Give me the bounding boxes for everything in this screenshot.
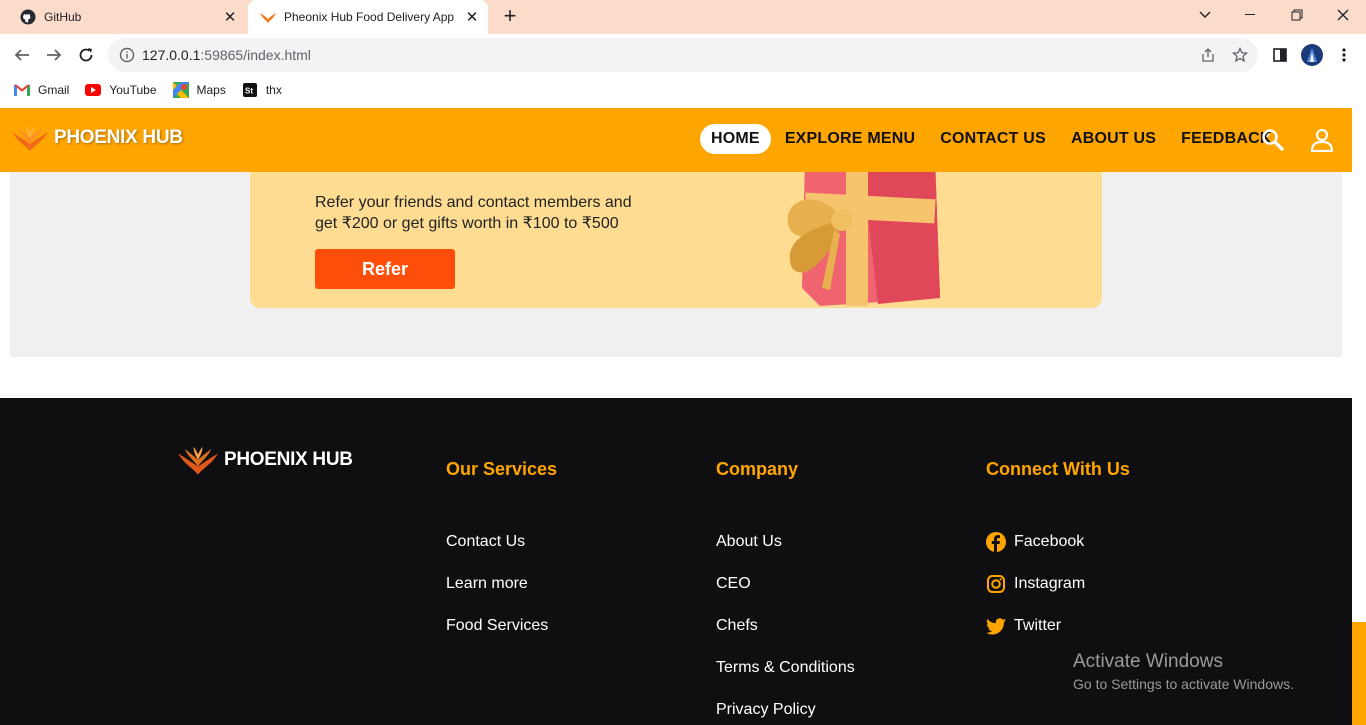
github-icon bbox=[20, 9, 36, 25]
footer-link-food-services[interactable]: Food Services bbox=[446, 605, 557, 647]
social-label: Facebook bbox=[1014, 533, 1085, 550]
site-info-icon[interactable] bbox=[118, 46, 136, 64]
url-host: 127.0.0.1 bbox=[142, 47, 201, 63]
refer-description: Refer your friends and contact members a… bbox=[315, 192, 655, 234]
share-icon[interactable] bbox=[1199, 46, 1217, 64]
url-text: 127.0.0.1:59865/index.html bbox=[142, 47, 311, 63]
back-arrow-icon[interactable] bbox=[10, 43, 34, 67]
tab-label: GitHub bbox=[44, 10, 82, 24]
twitter-icon bbox=[986, 616, 1006, 636]
main-nav: HOME EXPLORE MENU CONTACT US ABOUT US FE… bbox=[700, 124, 1286, 154]
phoenix-logo-icon bbox=[178, 446, 218, 475]
close-window-icon[interactable] bbox=[1320, 0, 1366, 30]
phoenix-logo-icon bbox=[12, 126, 48, 151]
footer-col-title: Our Services bbox=[446, 459, 558, 479]
nav-home[interactable]: HOME bbox=[700, 124, 771, 154]
bookmark-label: Maps bbox=[196, 83, 226, 97]
minimize-icon[interactable] bbox=[1228, 0, 1274, 30]
url-path: :59865/index.html bbox=[200, 47, 311, 63]
bookmark-thx[interactable]: St thx bbox=[242, 82, 282, 98]
bookmarks-bar: Gmail YouTube Maps St thx bbox=[0, 76, 1366, 104]
footer-col-connect: Connect With Us Facebook Instagram Twitt… bbox=[986, 459, 1130, 647]
new-tab-button[interactable]: + bbox=[498, 5, 522, 29]
refer-line-2: get ₹200 or get gifts worth in ₹100 to ₹… bbox=[315, 215, 619, 232]
footer-link-about-us[interactable]: About Us bbox=[716, 521, 855, 563]
footer-link-facebook[interactable]: Facebook bbox=[986, 521, 1130, 563]
search-icon[interactable] bbox=[1261, 128, 1285, 152]
side-panel-icon[interactable] bbox=[1268, 43, 1292, 67]
bookmark-label: thx bbox=[265, 83, 282, 97]
tab-label: Pheonix Hub Food Delivery App bbox=[284, 10, 455, 24]
phoenix-icon bbox=[260, 9, 276, 25]
maps-icon bbox=[172, 82, 189, 98]
footer-col-company: Company About Us CEO Chefs Terms & Condi… bbox=[716, 459, 855, 725]
gmail-icon bbox=[14, 82, 30, 98]
user-icon[interactable] bbox=[1310, 128, 1334, 152]
chevron-down-icon[interactable] bbox=[1182, 0, 1228, 30]
watermark-subtitle: Go to Settings to activate Windows. bbox=[1073, 676, 1294, 692]
svg-text:St: St bbox=[245, 87, 253, 96]
footer-link-twitter[interactable]: Twitter bbox=[986, 605, 1130, 647]
bookmark-maps[interactable]: Maps bbox=[172, 82, 226, 98]
nav-contact-us[interactable]: CONTACT US bbox=[929, 124, 1057, 154]
refer-line-1: Refer your friends and contact members a… bbox=[315, 194, 632, 211]
reload-icon[interactable] bbox=[74, 43, 98, 67]
footer-col-title: Connect With Us bbox=[986, 459, 1130, 479]
gift-box-image bbox=[710, 148, 940, 306]
watermark-title: Activate Windows bbox=[1073, 651, 1223, 672]
nav-about-us[interactable]: ABOUT US bbox=[1060, 124, 1167, 154]
profile-avatar[interactable] bbox=[1300, 43, 1324, 67]
browser-tab-bar: GitHub ✕ Pheonix Hub Food Delivery App ✕… bbox=[0, 0, 1366, 34]
address-bar[interactable]: 127.0.0.1:59865/index.html bbox=[108, 38, 1258, 72]
st-icon: St bbox=[242, 82, 258, 98]
browser-toolbar: 127.0.0.1:59865/index.html bbox=[0, 34, 1366, 76]
footer-brand-logo[interactable]: PHOENIX HUB bbox=[178, 444, 353, 476]
forward-arrow-icon[interactable] bbox=[42, 43, 66, 67]
page-viewport: PHOENIX HUB HOME EXPLORE MENU CONTACT US… bbox=[0, 108, 1366, 725]
youtube-icon bbox=[85, 82, 102, 98]
brand-name: PHOENIX HUB bbox=[54, 127, 183, 148]
bookmark-label: Gmail bbox=[38, 83, 70, 97]
tab-github[interactable]: GitHub ✕ bbox=[8, 0, 246, 34]
facebook-icon bbox=[986, 532, 1006, 552]
instagram-icon bbox=[986, 574, 1006, 594]
site-header: PHOENIX HUB HOME EXPLORE MENU CONTACT US… bbox=[0, 108, 1352, 172]
footer-col-title: Company bbox=[716, 459, 799, 479]
scrollbar-thumb[interactable] bbox=[1352, 622, 1366, 725]
footer-link-chefs[interactable]: Chefs bbox=[716, 605, 855, 647]
refer-button[interactable]: Refer bbox=[315, 249, 455, 289]
nav-explore-menu[interactable]: EXPLORE MENU bbox=[774, 124, 926, 154]
footer-link-terms[interactable]: Terms & Conditions bbox=[716, 647, 855, 689]
tab-phoenix-hub[interactable]: Pheonix Hub Food Delivery App ✕ bbox=[248, 0, 488, 34]
footer-brand-name: PHOENIX HUB bbox=[224, 449, 353, 470]
bookmark-star-icon[interactable] bbox=[1231, 46, 1249, 64]
restore-icon[interactable] bbox=[1274, 0, 1320, 30]
social-label: Twitter bbox=[1014, 617, 1062, 634]
bookmark-youtube[interactable]: YouTube bbox=[85, 82, 157, 98]
kebab-menu-icon[interactable] bbox=[1332, 43, 1356, 67]
footer-link-ceo[interactable]: CEO bbox=[716, 563, 855, 605]
footer-link-learn-more[interactable]: Learn more bbox=[446, 563, 557, 605]
brand-logo[interactable]: PHOENIX HUB bbox=[12, 124, 183, 152]
close-tab-icon[interactable]: ✕ bbox=[462, 8, 482, 26]
windows-activation-watermark: Activate Windows Go to Settings to activ… bbox=[1073, 651, 1294, 695]
scrollbar-track[interactable] bbox=[1352, 108, 1366, 622]
close-tab-icon[interactable]: ✕ bbox=[220, 8, 240, 26]
footer-link-contact-us[interactable]: Contact Us bbox=[446, 521, 557, 563]
bookmark-label: YouTube bbox=[109, 83, 157, 97]
social-label: Instagram bbox=[1014, 575, 1086, 592]
footer-link-instagram[interactable]: Instagram bbox=[986, 563, 1130, 605]
footer-col-services: Our Services Contact Us Learn more Food … bbox=[446, 459, 557, 647]
refer-card: Refer your friends and contact members a… bbox=[250, 148, 1102, 308]
footer-link-privacy[interactable]: Privacy Policy bbox=[716, 689, 855, 725]
bookmark-gmail[interactable]: Gmail bbox=[14, 82, 69, 98]
